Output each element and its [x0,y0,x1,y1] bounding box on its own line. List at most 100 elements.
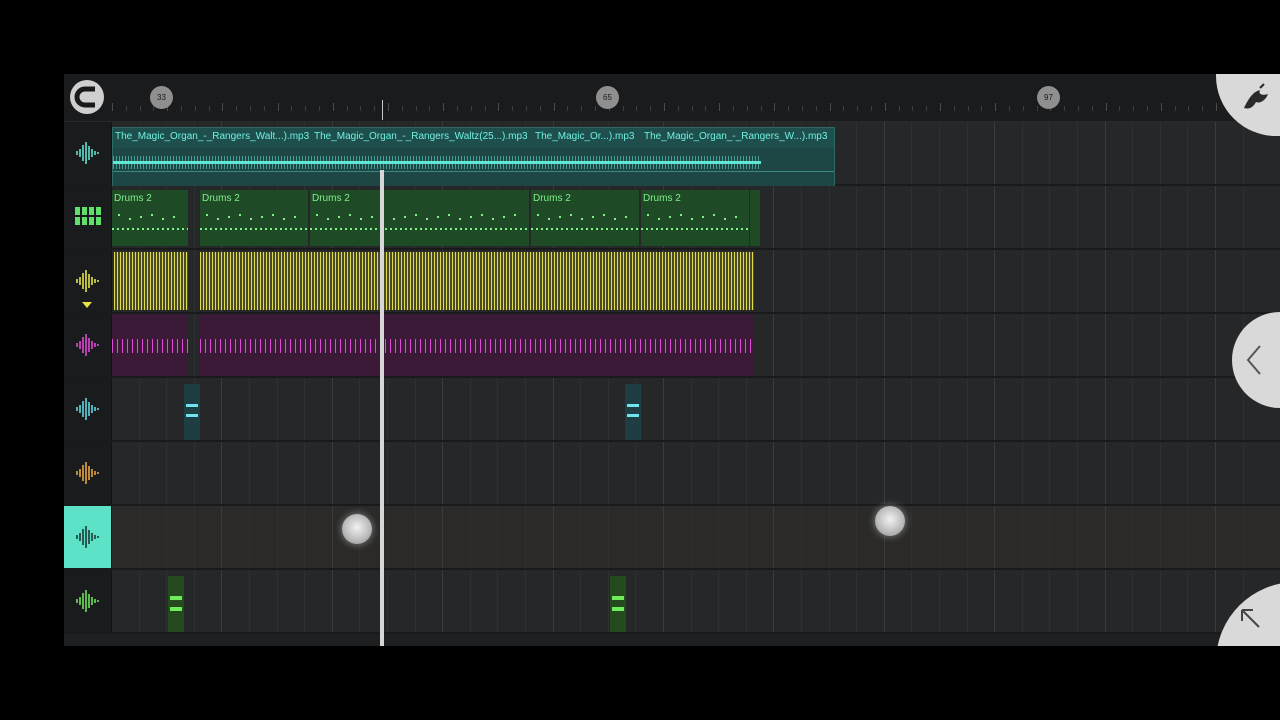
pattern-clip[interactable]: Drums 2 [531,190,639,246]
pattern-clip-edge[interactable] [750,190,760,246]
bar-marker-97[interactable]: 97 [1037,86,1060,109]
pattern-clip[interactable]: Drums 2 [112,190,188,246]
pattern-note [503,216,505,218]
grid-line [1104,186,1106,248]
grid-line [1021,186,1023,248]
grid-line [331,442,333,504]
pattern-note [647,214,649,216]
audio-clip[interactable] [625,384,641,440]
grid-line [883,122,885,184]
audio-clip[interactable] [184,384,200,440]
grid-line [1104,506,1106,568]
grid-line [939,570,940,632]
grid-line [442,506,444,568]
grid-line [497,506,499,568]
ruler-tick [181,106,182,111]
ruler-tick [346,106,348,111]
grid-line [552,570,554,632]
track-header[interactable] [64,186,112,248]
track-lane[interactable] [64,250,1280,314]
ruler-tick [539,106,541,111]
clip-label: The_Magic_Organ_-_Rangers_Waltz(25...).m… [314,131,528,142]
ruler-tick [512,106,514,111]
track-lane[interactable]: The_Magic_Organ_-_Rangers_Walt...).mp3 T… [64,122,1280,187]
grid-line [304,378,306,440]
pattern-note [691,218,693,220]
audio-clip[interactable] [200,314,754,376]
track-header[interactable] [64,570,112,632]
grid-line [276,506,278,568]
track-lane[interactable] [64,570,1280,634]
touch-handle[interactable] [875,506,905,536]
track-lane[interactable] [64,442,1280,506]
track-header[interactable] [64,378,112,440]
pattern-note [492,218,494,220]
ruler-tick [733,106,734,111]
bar-marker-33[interactable]: 33 [150,86,173,109]
ruler-tick [953,106,955,111]
ruler-tick [1147,106,1148,111]
pattern-clip[interactable]: Drums 2 [200,190,308,246]
ruler-tick [470,106,472,111]
pattern-note [250,218,252,220]
grid-line [1077,122,1078,184]
audio-clip[interactable] [200,252,754,310]
timeline-ruler[interactable]: 33 65 97 [64,74,1280,122]
pattern-note [614,218,616,220]
grid-line [663,378,664,440]
playhead[interactable] [380,170,384,646]
grid-line [497,570,499,632]
ruler-tick [719,103,721,111]
grid-line [1187,122,1189,184]
grid-line [1159,506,1161,568]
pattern-note [669,216,671,218]
track-header[interactable] [64,442,112,504]
audio-clip[interactable]: The_Magic_Organ_-_Rangers_Walt...).mp3 T… [112,127,835,187]
grid-line [1215,442,1216,504]
grid-line [387,570,388,632]
audio-clip[interactable] [610,576,626,632]
audio-clip[interactable] [168,576,184,632]
track-header[interactable] [64,250,112,312]
grid-line [745,378,747,440]
playhead-marker[interactable] [382,100,383,120]
magnet-icon[interactable] [70,80,104,114]
grid-line [939,442,940,504]
track-header[interactable] [64,314,112,376]
track-header[interactable] [64,122,112,184]
ruler-tick [567,106,569,111]
pattern-clip[interactable]: Drums 2 [641,190,749,246]
touch-handle[interactable] [342,514,372,544]
grid-line [883,442,885,504]
chevron-down-icon[interactable] [82,302,92,308]
pattern-clip[interactable]: Drums 2 [310,190,529,246]
grid-line [1104,250,1106,312]
grid-line [994,186,996,248]
grid-line [745,506,747,568]
grid-line [607,570,609,632]
track-lane[interactable]: Drums 2 Drums 2 Drums 2 Drums 2 Drums 2 [64,186,1280,250]
ruler-tick [829,103,831,111]
grid-line [856,314,858,376]
grid-line [1077,186,1078,248]
track-lane[interactable] [64,314,1280,378]
grid-line [856,186,858,248]
grid-line [552,378,554,440]
ruler-tick [374,106,376,111]
pattern-note [481,214,483,216]
grid-line [718,506,720,568]
track-lane[interactable] [64,378,1280,442]
track-lane-selected[interactable] [64,506,1280,570]
grid-line [1021,442,1023,504]
pattern-notes [310,228,529,230]
grid-line [911,314,913,376]
audio-clip[interactable] [114,252,188,310]
bar-marker-65[interactable]: 65 [596,86,619,109]
grid-line [193,186,195,248]
track-header-selected[interactable] [64,506,112,568]
grid-line [801,250,802,312]
grid-line [966,186,968,248]
ruler-tick [664,103,665,111]
pattern-note [228,216,230,218]
audio-clip[interactable] [112,314,188,376]
